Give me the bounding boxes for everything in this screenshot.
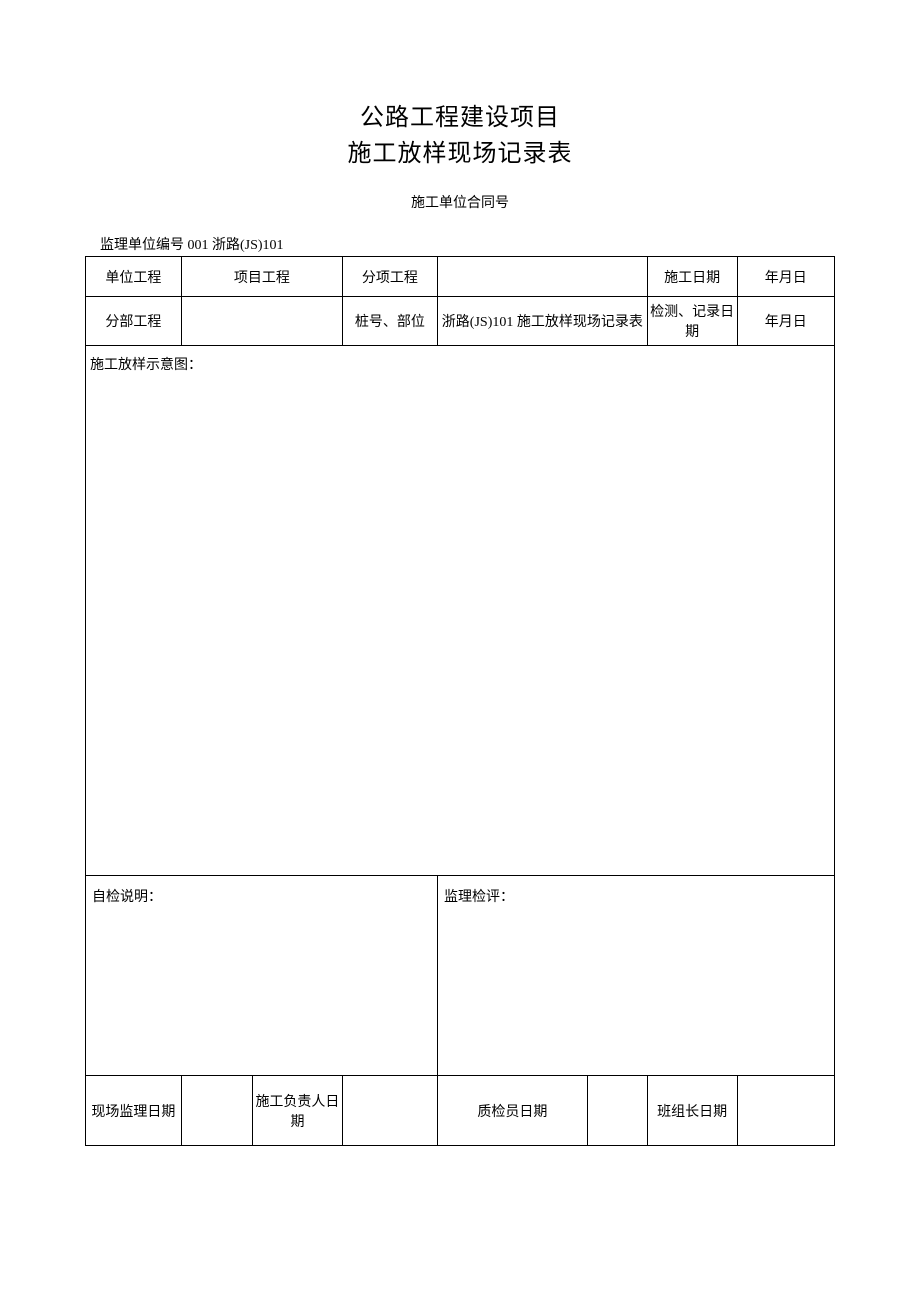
sig-site-supervisor-label: 现场监理日期 (86, 1076, 182, 1146)
title-line-1: 公路工程建设项目 (85, 100, 835, 136)
sig-qc-label: 质检员日期 (437, 1076, 587, 1146)
notes-row: 自检说明： 监理检评： (86, 876, 835, 1076)
cell-unit-project-label: 单位工程 (86, 257, 182, 297)
cell-stake-value: 浙路(JS)101 施工放样现场记录表 (437, 297, 647, 346)
supervisor-line: 监理单位编号 001 浙路(JS)101 (100, 234, 835, 254)
page-container: 公路工程建设项目 施工放样现场记录表 施工单位合同号 监理单位编号 001 浙路… (0, 0, 920, 1146)
cell-subitem-label: 分项工程 (342, 257, 437, 297)
header-row-1: 单位工程 项目工程 分项工程 施工日期 年月日 (86, 257, 835, 297)
cell-subproject-value (181, 297, 342, 346)
sig-site-supervisor-value (181, 1076, 252, 1146)
sig-construction-lead-value (342, 1076, 437, 1146)
sig-qc-value (587, 1076, 647, 1146)
self-check-cell: 自检说明： (86, 876, 438, 1076)
sig-construction-lead-label: 施工负责人日期 (253, 1076, 343, 1146)
cell-record-date-value: 年月日 (737, 297, 834, 346)
title-line-2: 施工放样现场记录表 (85, 136, 835, 172)
cell-subproject-label: 分部工程 (86, 297, 182, 346)
sig-team-lead-label: 班组长日期 (647, 1076, 737, 1146)
cell-construct-date-label: 施工日期 (647, 257, 737, 297)
cell-subitem-value (437, 257, 647, 297)
title-block: 公路工程建设项目 施工放样现场记录表 (85, 100, 835, 172)
cell-stake-label: 桩号、部位 (342, 297, 437, 346)
form-table: 单位工程 项目工程 分项工程 施工日期 年月日 分部工程 桩号、部位 浙路(JS… (85, 256, 835, 1146)
diagram-cell: 施工放样示意图： (86, 346, 835, 876)
diagram-row: 施工放样示意图： (86, 346, 835, 876)
signature-row: 现场监理日期 施工负责人日期 质检员日期 班组长日期 (86, 1076, 835, 1146)
cell-record-date-label: 检测、记录日期 (647, 297, 737, 346)
cell-project-label: 项目工程 (181, 257, 342, 297)
subtitle: 施工单位合同号 (85, 192, 835, 212)
sig-team-lead-value (737, 1076, 834, 1146)
supervisor-review-cell: 监理检评： (437, 876, 834, 1076)
header-row-2: 分部工程 桩号、部位 浙路(JS)101 施工放样现场记录表 检测、记录日期 年… (86, 297, 835, 346)
cell-construct-date-value: 年月日 (737, 257, 834, 297)
